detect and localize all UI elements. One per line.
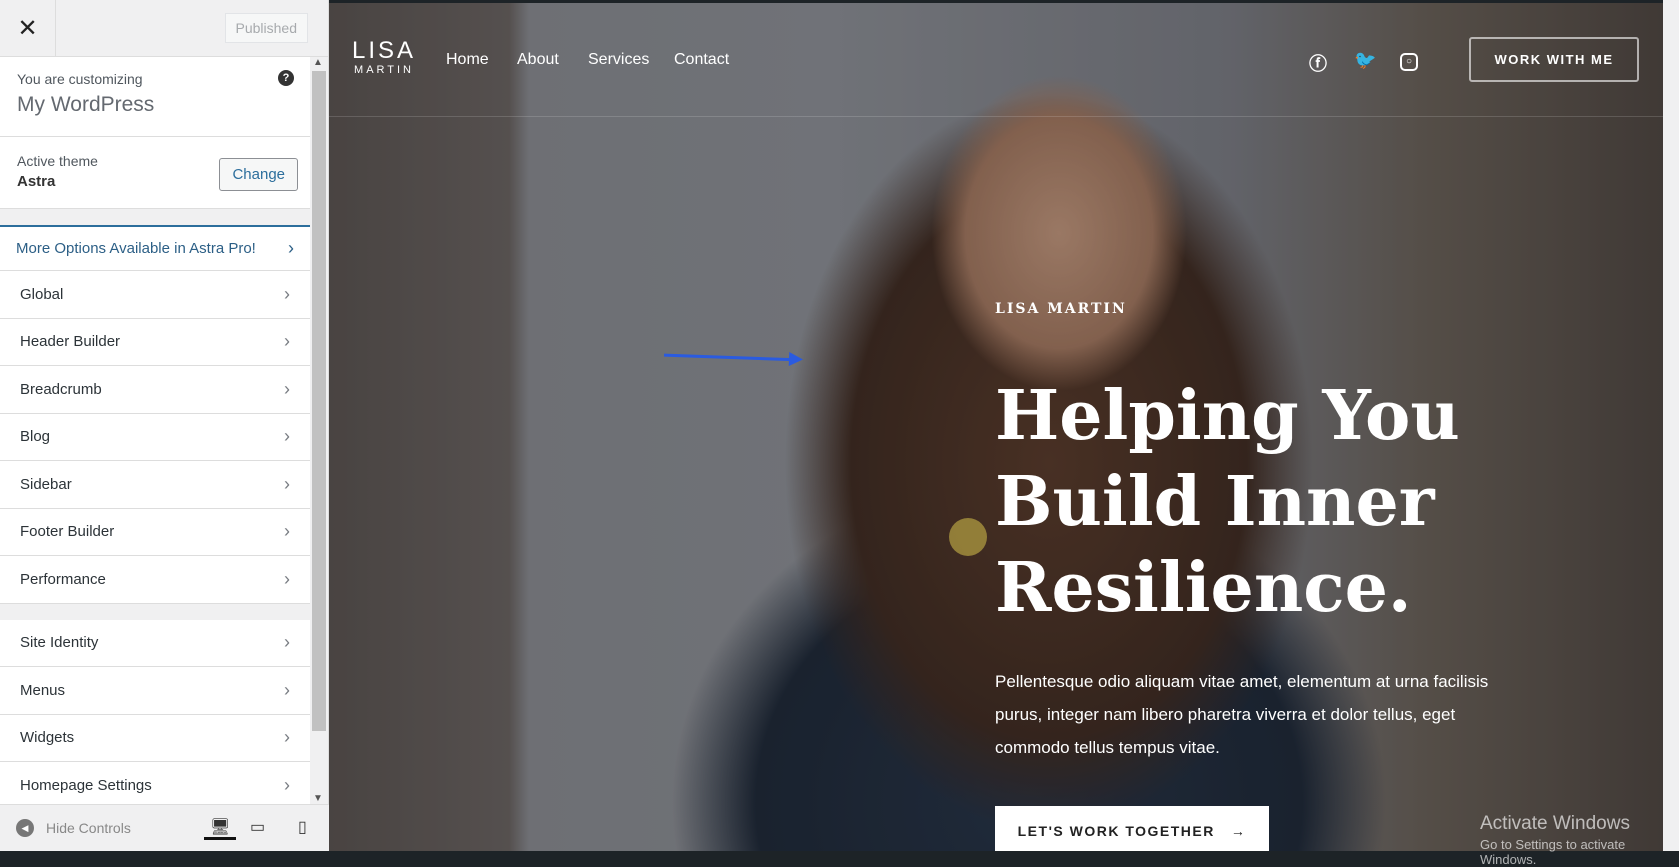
- help-icon[interactable]: ?: [278, 70, 294, 86]
- chevron-right-icon: ›: [284, 568, 290, 589]
- tablet-icon[interactable]: ▭: [250, 817, 265, 837]
- scroll-down-icon[interactable]: ▼: [313, 793, 323, 804]
- sidebar-item-footer-builder[interactable]: Footer Builder ›: [0, 508, 310, 556]
- hero-heading: Helping You Build Inner Resilience.: [995, 376, 1460, 628]
- sidebar-item-label: Performance: [20, 570, 106, 588]
- chevron-right-icon: ›: [284, 378, 290, 399]
- site-preview: LISA MARTIN Home About Services Contact ⓕ…: [329, 3, 1663, 851]
- preview-scrollbar[interactable]: [1663, 0, 1679, 851]
- customizer-footer: ◀ Hide Controls 🖥 ▭ ▯: [0, 804, 329, 851]
- nav-contact[interactable]: Contact: [674, 51, 729, 69]
- chevron-right-icon: ›: [284, 774, 290, 795]
- sidebar-item-blog[interactable]: Blog ›: [0, 413, 310, 461]
- chevron-right-icon: ›: [284, 426, 290, 447]
- facebook-icon[interactable]: ⓕ: [1309, 50, 1327, 76]
- nav-home[interactable]: Home: [446, 51, 489, 69]
- windows-watermark: Activate Windows Go to Settings to activa…: [1480, 813, 1679, 867]
- astra-pro-link[interactable]: More Options Available in Astra Pro! ›: [0, 225, 310, 271]
- annotation-arrow-icon: [663, 353, 800, 362]
- watermark-line1: Activate Windows: [1480, 813, 1630, 834]
- sidebar-item-widgets[interactable]: Widgets ›: [0, 714, 310, 762]
- sidebar-item-label: Menus: [20, 681, 66, 699]
- logo-top: LISA: [352, 37, 417, 64]
- logo-bottom: MARTIN: [354, 64, 414, 76]
- site-header: LISA MARTIN Home About Services Contact ⓕ…: [329, 3, 1663, 117]
- customizer-panel: You are customizing My WordPress ? Activ…: [0, 57, 310, 804]
- sidebar-item-label: Footer Builder: [20, 523, 115, 541]
- mobile-icon[interactable]: ▯: [298, 817, 307, 837]
- sidebar-item-homepage-settings[interactable]: Homepage Settings ›: [0, 762, 310, 804]
- close-button[interactable]: ✕: [0, 0, 56, 57]
- customizer-sidebar: ✕ Published You are customizing My WordP…: [0, 0, 329, 851]
- scroll-up-icon[interactable]: ▲: [313, 57, 323, 68]
- sidebar-item-label: Homepage Settings: [20, 776, 152, 794]
- site-info: You are customizing My WordPress ?: [0, 57, 310, 137]
- sidebar-item-label: Header Builder: [20, 333, 121, 351]
- sidebar-item-site-identity[interactable]: Site Identity ›: [0, 619, 310, 667]
- astra-pro-label: More Options Available in Astra Pro!: [16, 240, 256, 257]
- hero-paragraph: Pellentesque odio aliquam vitae amet, el…: [995, 672, 1489, 757]
- sidebar-item-label: Widgets: [20, 729, 75, 747]
- sidebar-item-sidebar[interactable]: Sidebar ›: [0, 461, 310, 509]
- sidebar-item-label: Site Identity: [20, 634, 99, 652]
- active-theme: Active theme Astra Change: [0, 137, 310, 209]
- sidebar-item-label: Sidebar: [20, 475, 72, 493]
- watermark-line2: Go to Settings to activate Windows.: [1480, 837, 1626, 867]
- sidebar-item-label: Global: [20, 285, 64, 303]
- chevron-right-icon: ›: [284, 473, 290, 494]
- published-button[interactable]: Published: [224, 13, 308, 43]
- site-name: My WordPress: [17, 93, 155, 116]
- work-with-me-button[interactable]: WORK WITH ME: [1469, 37, 1639, 82]
- sidebar-item-menus[interactable]: Menus ›: [0, 667, 310, 715]
- sidebar-scrollbar[interactable]: ▲ ▼: [310, 57, 328, 804]
- chevron-right-icon: ›: [284, 679, 290, 700]
- work-together-button[interactable]: LET'S WORK TOGETHER →: [995, 806, 1269, 851]
- chevron-right-icon: ›: [288, 238, 294, 258]
- arrow-right-icon: →: [1230, 823, 1247, 839]
- chevron-right-icon: ›: [284, 331, 290, 352]
- hide-controls-icon[interactable]: ◀: [16, 819, 34, 837]
- sidebar-item-breadcrumb[interactable]: Breadcrumb ›: [0, 366, 310, 414]
- hero-eyebrow: LISA MARTIN: [995, 301, 1127, 317]
- cursor-highlight: [949, 518, 987, 556]
- sidebar-item-label: Breadcrumb: [20, 380, 102, 398]
- chevron-right-icon: ›: [284, 632, 290, 653]
- sidebar-item-global[interactable]: Global ›: [0, 271, 310, 319]
- chevron-right-icon: ›: [284, 521, 290, 542]
- twitter-icon[interactable]: 🐦: [1354, 50, 1376, 71]
- instagram-icon[interactable]: ○: [1400, 53, 1418, 71]
- sidebar-item-header-builder[interactable]: Header Builder ›: [0, 318, 310, 366]
- sidebar-item-label: Blog: [20, 428, 51, 446]
- desktop-icon[interactable]: 🖥: [204, 817, 237, 840]
- site-logo[interactable]: LISA MARTIN: [352, 39, 416, 76]
- sidebar-item-performance[interactable]: Performance ›: [0, 556, 310, 604]
- change-theme-button[interactable]: Change: [219, 158, 298, 191]
- customizing-label: You are customizing: [17, 71, 143, 87]
- cta-label: LET'S WORK TOGETHER: [1017, 823, 1215, 839]
- chevron-right-icon: ›: [284, 283, 290, 304]
- hide-controls-button[interactable]: Hide Controls: [46, 820, 131, 836]
- scrollbar-thumb[interactable]: [312, 71, 326, 731]
- chevron-right-icon: ›: [284, 727, 290, 748]
- nav-about[interactable]: About: [517, 51, 559, 69]
- nav-services[interactable]: Services: [588, 51, 649, 69]
- customizer-header: ✕ Published: [0, 0, 328, 57]
